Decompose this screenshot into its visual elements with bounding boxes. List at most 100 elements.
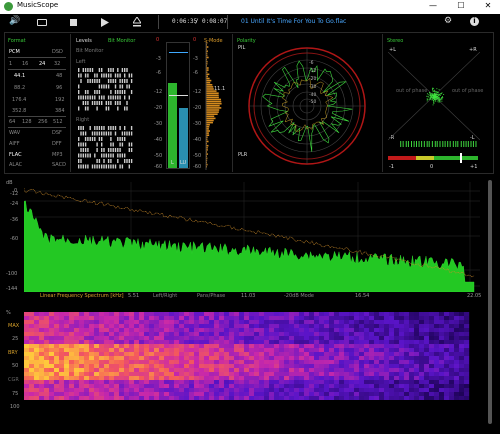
spectrogram-y-tick: 75 xyxy=(12,391,19,397)
level-meter-right xyxy=(179,108,188,168)
polarity-ring-label: -30 xyxy=(309,84,316,90)
spectrum-y-tick: -24 xyxy=(10,201,19,207)
title-bar: MusicScope — ☐ ✕ xyxy=(0,0,500,14)
spectrum-x-tick: 5.51 xyxy=(128,293,140,299)
app-logo-icon xyxy=(4,2,13,11)
peak-hold-marker xyxy=(169,52,188,53)
rate-352-8: 352.8 xyxy=(12,108,27,114)
rate-176-4: 176.4 xyxy=(12,97,27,103)
maximize-button[interactable]: ☐ xyxy=(454,1,468,10)
polarity-ring-label: -6 xyxy=(309,60,314,66)
polarity-ring-label: -12 xyxy=(309,68,316,74)
spectrogram-y-tick: 50 xyxy=(12,363,19,369)
correlation-mid: 0 xyxy=(430,164,434,170)
spectrum-caption: Linear Frequency Spectrum [kHz] xyxy=(40,293,124,299)
bits-24: 24 xyxy=(39,61,46,67)
spectrogram-axis-label: % xyxy=(6,310,11,316)
bits-16: 16 xyxy=(22,61,29,67)
spectrum-y-tick: -144 xyxy=(6,286,18,292)
stereo-activity-bars xyxy=(400,141,477,147)
level-histogram xyxy=(205,42,222,170)
gear-icon[interactable]: ⚙ xyxy=(441,16,455,26)
channel-l-label: L xyxy=(171,160,174,166)
dsd-512: 512 xyxy=(53,119,63,125)
spectrum-x-tick: 22.05 xyxy=(467,293,482,299)
spectrum-x-tick: 16.54 xyxy=(355,293,370,299)
levels-title: Levels xyxy=(76,38,92,44)
correlation-positive-zone xyxy=(434,156,478,160)
folder-icon[interactable] xyxy=(37,19,47,26)
bit-monitor-right xyxy=(78,126,133,169)
meter-tick: -30 xyxy=(154,121,163,127)
rate-96: 96 xyxy=(56,85,63,91)
container-dff: DFF xyxy=(52,141,62,147)
polarity-ring-label: -50 xyxy=(309,99,316,105)
format-pcm: PCM xyxy=(9,49,20,55)
spectrogram-y-tick: 100 xyxy=(10,404,20,410)
correlation-min: -1 xyxy=(389,164,394,170)
correlation-max: +1 xyxy=(470,164,478,170)
stereo-scope xyxy=(388,52,480,140)
window-title: MusicScope xyxy=(17,1,59,9)
info-icon[interactable]: i xyxy=(470,17,479,26)
container-sacd: SACD xyxy=(52,162,66,168)
toolbar-divider xyxy=(158,15,159,29)
rate-44-1: 44.1 xyxy=(14,73,26,79)
left-channel-label: Left xyxy=(76,59,86,65)
eject-icon[interactable] xyxy=(133,17,141,27)
dsd-128: 128 xyxy=(22,119,32,125)
minimize-button[interactable]: — xyxy=(426,1,440,10)
toolbar-divider xyxy=(227,15,228,29)
meter-tick: -3 xyxy=(156,56,161,62)
correlation-needle xyxy=(460,153,462,163)
bit-monitor-header: Bit Monitor xyxy=(108,38,136,44)
rate-384: 384 xyxy=(55,108,65,114)
spectrum-y-tick: -36 xyxy=(10,217,19,223)
dsd-64: 64 xyxy=(9,119,16,125)
bits-32: 32 xyxy=(54,61,61,67)
mode-pans-phase[interactable]: Pans/Phase xyxy=(197,293,225,299)
close-button[interactable]: ✕ xyxy=(481,1,495,10)
correlation-neutral-zone xyxy=(416,156,434,160)
elapsed-time: 0:06:35 xyxy=(172,18,198,25)
peak-marker xyxy=(169,95,188,96)
right-channel-label: Right xyxy=(76,117,90,123)
rate-48: 48 xyxy=(56,73,63,79)
container-dsf: DSF xyxy=(52,130,62,136)
correlation-negative-zone xyxy=(388,156,416,160)
meter-tick: -50 xyxy=(154,153,163,159)
meter-tick: -40 xyxy=(154,137,163,143)
bit-monitor-label: Bit Monitor xyxy=(76,48,104,54)
spectrum-x-tick: 11.03 xyxy=(241,293,256,299)
out-of-phase-right: out of phase xyxy=(452,88,484,94)
channel-r-label: LU xyxy=(180,160,187,166)
vertical-scrollbar[interactable] xyxy=(488,180,492,424)
time-separator: / xyxy=(195,18,199,25)
mode-left-right[interactable]: Left/Right xyxy=(153,293,177,299)
spectrogram-y-tick: MAX xyxy=(8,323,20,329)
polarity-ring-label: -20 xyxy=(309,76,316,82)
container-alac: ALAC xyxy=(9,162,23,168)
container-wav: WAV xyxy=(9,130,21,136)
frequency-spectrum[interactable] xyxy=(24,182,480,292)
rate-88-2: 88.2 xyxy=(14,85,26,91)
spectrogram-y-tick: CGR xyxy=(8,377,19,383)
container-aiff: AIFF xyxy=(9,141,20,147)
track-title[interactable]: 01 Until It's Time For You To Go.flac xyxy=(241,18,346,25)
total-duration: 0:08:07 xyxy=(202,18,228,25)
peak-value: 11.1 xyxy=(214,86,226,92)
meter-tick: -20 xyxy=(154,105,163,111)
spectrum-y-tick: -60 xyxy=(10,236,19,242)
speaker-icon[interactable]: 🔊 xyxy=(8,16,22,26)
stop-icon[interactable] xyxy=(70,19,77,26)
container-mp3: MP3 xyxy=(52,152,63,158)
meter-tick: 0 xyxy=(193,37,197,43)
db-axis-label: dB xyxy=(6,180,13,186)
meter-tick: -6 xyxy=(156,70,161,76)
play-icon[interactable] xyxy=(101,18,109,27)
spectrogram[interactable] xyxy=(24,312,470,400)
polarity-scope: -6 -12 -20 -30 -40-50 xyxy=(248,47,366,165)
mode-20db[interactable]: -20dB Mode xyxy=(284,293,314,299)
container-flac: FLAC xyxy=(9,152,22,158)
spectrum-y-tick: -12 xyxy=(10,191,19,197)
